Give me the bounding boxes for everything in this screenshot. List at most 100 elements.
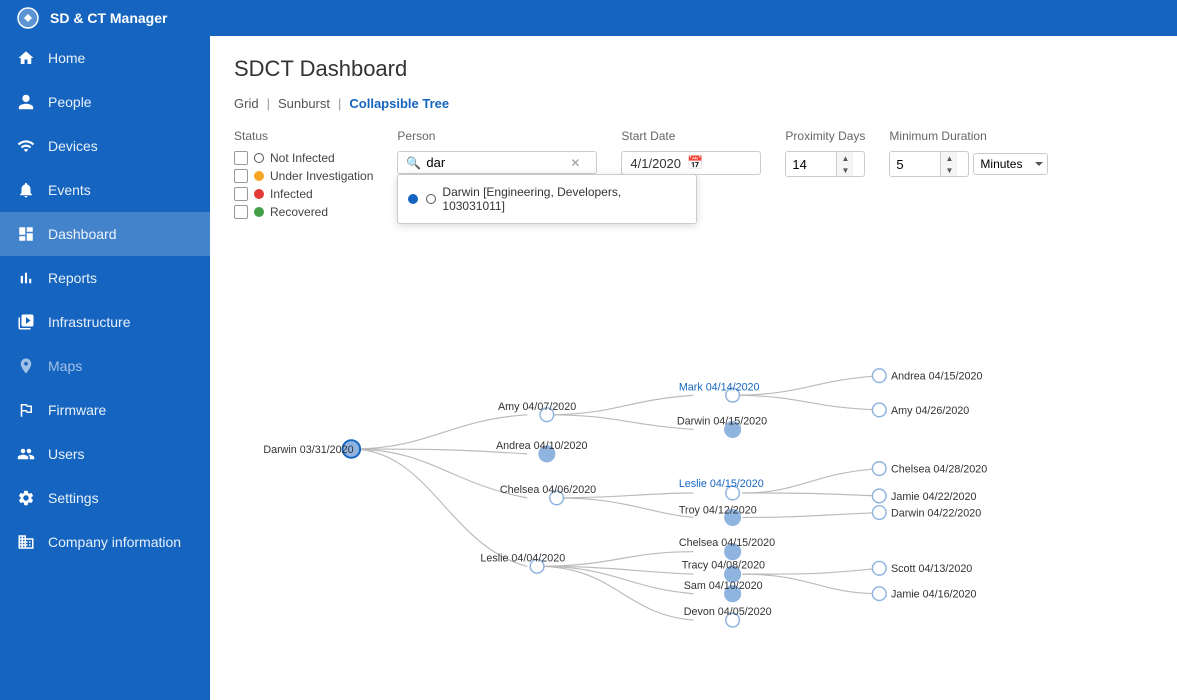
sidebar-item-settings[interactable]: Settings <box>0 476 210 520</box>
home-icon <box>16 48 36 68</box>
sep2: | <box>338 96 341 111</box>
date-input[interactable]: 4/1/2020 📅 <box>621 151 761 175</box>
min-duration-input[interactable] <box>890 154 940 175</box>
start-date-filter: Start Date 4/1/2020 📅 <box>621 129 761 175</box>
label-sam-0410: Sam 04/10/2020 <box>684 580 763 592</box>
label-troy-0412: Troy 04/12/2020 <box>679 505 757 517</box>
label-mark-0414: Mark 04/14/2020 <box>679 381 760 393</box>
sidebar-item-people[interactable]: People <box>0 80 210 124</box>
sidebar-item-dashboard[interactable]: Dashboard <box>0 212 210 256</box>
sidebar-label-home: Home <box>48 50 85 66</box>
view-tabs: Grid | Sunburst | Collapsible Tree <box>234 96 1153 111</box>
settings-icon <box>16 488 36 508</box>
infrastructure-icon <box>16 312 36 332</box>
sidebar: Home People Devices Events Dashboard <box>0 36 210 700</box>
status-dot-recovered <box>254 207 264 217</box>
sidebar-label-users: Users <box>48 446 85 462</box>
min-duration-filter: Minimum Duration ▲ ▼ Minutes Seconds Hou… <box>889 129 1048 177</box>
proximity-days-decrement[interactable]: ▼ <box>837 164 853 176</box>
person-icon <box>16 92 36 112</box>
duration-unit-select[interactable]: Minutes Seconds Hours <box>973 153 1048 175</box>
status-label-under-investigation: Under Investigation <box>270 169 373 183</box>
calendar-icon[interactable]: 📅 <box>687 155 703 171</box>
sidebar-label-firmware: Firmware <box>48 402 106 418</box>
node-jamie-0422[interactable] <box>872 489 886 503</box>
person-circle-outline <box>426 194 436 204</box>
status-checkbox-under-investigation[interactable] <box>234 169 248 183</box>
status-checkbox-recovered[interactable] <box>234 205 248 219</box>
wifi-icon <box>16 136 36 156</box>
sidebar-item-users[interactable]: Users <box>0 432 210 476</box>
sidebar-label-infrastructure: Infrastructure <box>48 314 130 330</box>
person-search-box: 🔍 ✕ <box>397 151 597 174</box>
status-under-investigation: Under Investigation <box>234 169 373 183</box>
label-scott-0413: Scott 04/13/2020 <box>891 563 972 575</box>
page-title: SDCT Dashboard <box>234 56 1153 82</box>
label-jamie-0422: Jamie 04/22/2020 <box>891 491 976 503</box>
label-chelsea-0415: Chelsea 04/15/2020 <box>679 537 775 549</box>
sidebar-item-firmware[interactable]: Firmware <box>0 388 210 432</box>
tab-collapsible-tree[interactable]: Collapsible Tree <box>349 96 449 111</box>
person-search-input[interactable] <box>426 155 566 170</box>
min-duration-input-box: ▲ ▼ <box>889 151 969 177</box>
status-recovered: Recovered <box>234 205 373 219</box>
map-pin-icon <box>16 356 36 376</box>
min-duration-increment[interactable]: ▲ <box>941 152 957 164</box>
sidebar-item-events[interactable]: Events <box>0 168 210 212</box>
proximity-days-increment[interactable]: ▲ <box>837 152 853 164</box>
status-filter: Status Not Infected Under Investigation <box>234 129 373 219</box>
person-filter: Person 🔍 ✕ Darwin [Engineering, Develope… <box>397 129 597 174</box>
label-chelsea-0406: Chelsea 04/06/2020 <box>500 484 596 496</box>
label-darwin-0422: Darwin 04/22/2020 <box>891 507 981 519</box>
node-scott-0413[interactable] <box>872 561 886 575</box>
sidebar-item-home[interactable]: Home <box>0 36 210 80</box>
label-amy-0426: Amy 04/26/2020 <box>891 405 969 417</box>
node-jamie-0416[interactable] <box>872 587 886 601</box>
person-dropdown-item[interactable]: Darwin [Engineering, Developers, 1030310… <box>398 179 696 219</box>
label-leslie-0415: Leslie 04/15/2020 <box>679 478 764 490</box>
sidebar-item-reports[interactable]: Reports <box>0 256 210 300</box>
label-amy-0407: Amy 04/07/2020 <box>498 401 576 413</box>
node-andrea-0415[interactable] <box>872 369 886 383</box>
status-checkbox-not-infected[interactable] <box>234 151 248 165</box>
status-dot-under-investigation <box>254 171 264 181</box>
node-darwin-0422[interactable] <box>872 506 886 520</box>
proximity-days-input[interactable] <box>786 154 836 175</box>
min-duration-label: Minimum Duration <box>889 129 1048 143</box>
dashboard-icon <box>16 224 36 244</box>
building-icon <box>16 532 36 552</box>
status-options: Not Infected Under Investigation Infecte… <box>234 151 373 219</box>
status-label-not-infected: Not Infected <box>270 151 335 165</box>
status-infected: Infected <box>234 187 373 201</box>
sidebar-item-company[interactable]: Company information <box>0 520 210 564</box>
sidebar-label-devices: Devices <box>48 138 98 154</box>
tab-sunburst[interactable]: Sunburst <box>278 96 330 111</box>
status-label: Status <box>234 129 373 143</box>
label-leslie-0404: Leslie 04/04/2020 <box>480 552 565 564</box>
min-duration-group: ▲ ▼ Minutes Seconds Hours <box>889 151 1048 177</box>
min-duration-decrement[interactable]: ▼ <box>941 164 957 176</box>
status-dot-infected <box>254 189 264 199</box>
start-date-label: Start Date <box>621 129 761 143</box>
node-chelsea-0428[interactable] <box>872 462 886 476</box>
sidebar-item-infrastructure[interactable]: Infrastructure <box>0 300 210 344</box>
label-chelsea-0428: Chelsea 04/28/2020 <box>891 463 987 475</box>
person-dot <box>408 194 418 204</box>
sep1: | <box>267 96 270 111</box>
person-label: Person <box>397 129 597 143</box>
node-amy-0426[interactable] <box>872 403 886 417</box>
clear-search-icon[interactable]: ✕ <box>570 156 580 170</box>
date-value: 4/1/2020 <box>630 156 681 171</box>
label-tracy-0408: Tracy 04/08/2020 <box>682 559 765 571</box>
sidebar-label-company: Company information <box>48 534 181 550</box>
label-darwin-0415: Darwin 04/15/2020 <box>677 416 767 428</box>
status-label-recovered: Recovered <box>270 205 328 219</box>
status-checkbox-infected[interactable] <box>234 187 248 201</box>
sidebar-item-maps[interactable]: Maps <box>0 344 210 388</box>
label-devon-0405: Devon 04/05/2020 <box>684 606 772 618</box>
sidebar-item-devices[interactable]: Devices <box>0 124 210 168</box>
person-name: Darwin [Engineering, Developers, 1030310… <box>442 185 686 213</box>
label-jamie-0416: Jamie 04/16/2020 <box>891 589 976 601</box>
tab-grid[interactable]: Grid <box>234 96 259 111</box>
proximity-days-input-box: ▲ ▼ <box>785 151 865 177</box>
